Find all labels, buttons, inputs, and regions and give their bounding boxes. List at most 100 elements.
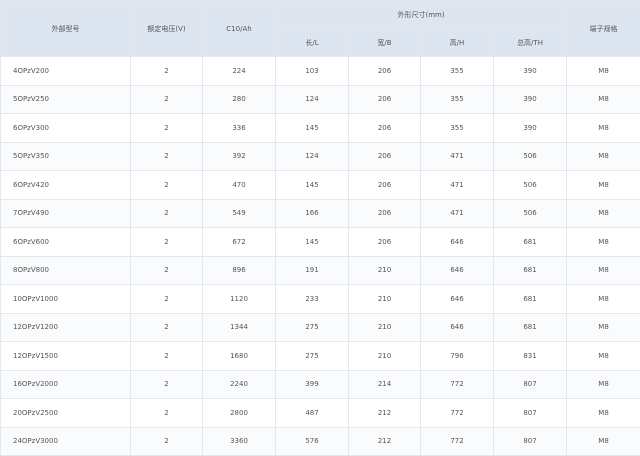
table-row: 24OPzV300023360576212772807M8 <box>1 427 640 456</box>
header-capacity: C10/Ah <box>203 1 276 57</box>
header-height: 高/H <box>421 29 494 57</box>
cell-model: 20OPzV2500 <box>1 399 131 428</box>
cell-total-height: 681 <box>494 228 567 257</box>
cell-voltage: 2 <box>131 199 203 228</box>
cell-terminal: M8 <box>567 57 640 86</box>
cell-height: 355 <box>421 85 494 114</box>
cell-length: 576 <box>276 427 349 456</box>
cell-width: 210 <box>349 313 421 342</box>
cell-length: 275 <box>276 342 349 371</box>
cell-terminal: M8 <box>567 342 640 371</box>
cell-length: 145 <box>276 114 349 143</box>
cell-capacity: 896 <box>203 256 276 285</box>
cell-length: 233 <box>276 285 349 314</box>
cell-length: 103 <box>276 57 349 86</box>
cell-total-height: 506 <box>494 171 567 200</box>
cell-capacity: 392 <box>203 142 276 171</box>
cell-model: 8OPzV800 <box>1 256 131 285</box>
cell-capacity: 224 <box>203 57 276 86</box>
header-model: 外部型号 <box>1 1 131 57</box>
cell-width: 206 <box>349 228 421 257</box>
cell-terminal: M8 <box>567 256 640 285</box>
cell-height: 471 <box>421 142 494 171</box>
cell-length: 399 <box>276 370 349 399</box>
cell-height: 471 <box>421 171 494 200</box>
cell-length: 145 <box>276 228 349 257</box>
cell-voltage: 2 <box>131 427 203 456</box>
cell-voltage: 2 <box>131 313 203 342</box>
cell-total-height: 390 <box>494 114 567 143</box>
cell-capacity: 470 <box>203 171 276 200</box>
table-row: 12OPzV150021680275210796831M8 <box>1 342 640 371</box>
cell-width: 206 <box>349 57 421 86</box>
table-row: 20OPzV250022800487212772807M8 <box>1 399 640 428</box>
cell-width: 212 <box>349 399 421 428</box>
cell-model: 4OPzV200 <box>1 57 131 86</box>
cell-total-height: 807 <box>494 427 567 456</box>
cell-width: 212 <box>349 427 421 456</box>
cell-capacity: 3360 <box>203 427 276 456</box>
cell-height: 772 <box>421 427 494 456</box>
table-row: 6OPzV6002672145206646681M8 <box>1 228 640 257</box>
cell-length: 487 <box>276 399 349 428</box>
cell-total-height: 807 <box>494 370 567 399</box>
cell-height: 772 <box>421 370 494 399</box>
cell-capacity: 336 <box>203 114 276 143</box>
cell-model: 6OPzV600 <box>1 228 131 257</box>
cell-width: 206 <box>349 85 421 114</box>
cell-model: 10OPzV1000 <box>1 285 131 314</box>
header-terminal: 端子规格 <box>567 1 640 57</box>
cell-height: 796 <box>421 342 494 371</box>
cell-voltage: 2 <box>131 342 203 371</box>
cell-voltage: 2 <box>131 399 203 428</box>
cell-capacity: 2240 <box>203 370 276 399</box>
cell-total-height: 681 <box>494 256 567 285</box>
table-row: 7OPzV4902549166206471506M8 <box>1 199 640 228</box>
cell-width: 206 <box>349 171 421 200</box>
cell-model: 5OPzV250 <box>1 85 131 114</box>
table-row: 6OPzV4202470145206471506M8 <box>1 171 640 200</box>
cell-width: 210 <box>349 285 421 314</box>
cell-terminal: M8 <box>567 228 640 257</box>
table-row: 8OPzV8002896191210646681M8 <box>1 256 640 285</box>
cell-voltage: 2 <box>131 171 203 200</box>
cell-terminal: M8 <box>567 370 640 399</box>
cell-height: 646 <box>421 313 494 342</box>
cell-total-height: 807 <box>494 399 567 428</box>
header-width: 宽/B <box>349 29 421 57</box>
cell-width: 206 <box>349 199 421 228</box>
cell-length: 166 <box>276 199 349 228</box>
cell-capacity: 549 <box>203 199 276 228</box>
cell-total-height: 506 <box>494 142 567 171</box>
cell-capacity: 280 <box>203 85 276 114</box>
cell-capacity: 2800 <box>203 399 276 428</box>
table-row: 6OPzV3002336145206355390M8 <box>1 114 640 143</box>
cell-terminal: M8 <box>567 142 640 171</box>
table-header: 外部型号 额定电压(V) C10/Ah 外形尺寸(mm) 端子规格 长/L 宽/… <box>1 1 640 57</box>
cell-model: 12OPzV1200 <box>1 313 131 342</box>
cell-width: 210 <box>349 256 421 285</box>
cell-total-height: 390 <box>494 85 567 114</box>
table-row: 16OPzV200022240399214772807M8 <box>1 370 640 399</box>
cell-terminal: M8 <box>567 114 640 143</box>
cell-voltage: 2 <box>131 114 203 143</box>
cell-width: 206 <box>349 142 421 171</box>
cell-height: 772 <box>421 399 494 428</box>
cell-terminal: M8 <box>567 199 640 228</box>
cell-total-height: 506 <box>494 199 567 228</box>
cell-height: 646 <box>421 228 494 257</box>
cell-capacity: 1680 <box>203 342 276 371</box>
cell-total-height: 681 <box>494 285 567 314</box>
cell-model: 16OPzV2000 <box>1 370 131 399</box>
cell-total-height: 681 <box>494 313 567 342</box>
table-row: 4OPzV2002224103206355390M8 <box>1 57 640 86</box>
cell-height: 471 <box>421 199 494 228</box>
cell-voltage: 2 <box>131 57 203 86</box>
cell-length: 191 <box>276 256 349 285</box>
header-voltage: 额定电压(V) <box>131 1 203 57</box>
cell-terminal: M8 <box>567 85 640 114</box>
header-dimensions: 外形尺寸(mm) <box>276 1 567 29</box>
cell-width: 214 <box>349 370 421 399</box>
cell-length: 275 <box>276 313 349 342</box>
table-body: 4OPzV2002224103206355390M85OPzV250228012… <box>1 57 640 456</box>
